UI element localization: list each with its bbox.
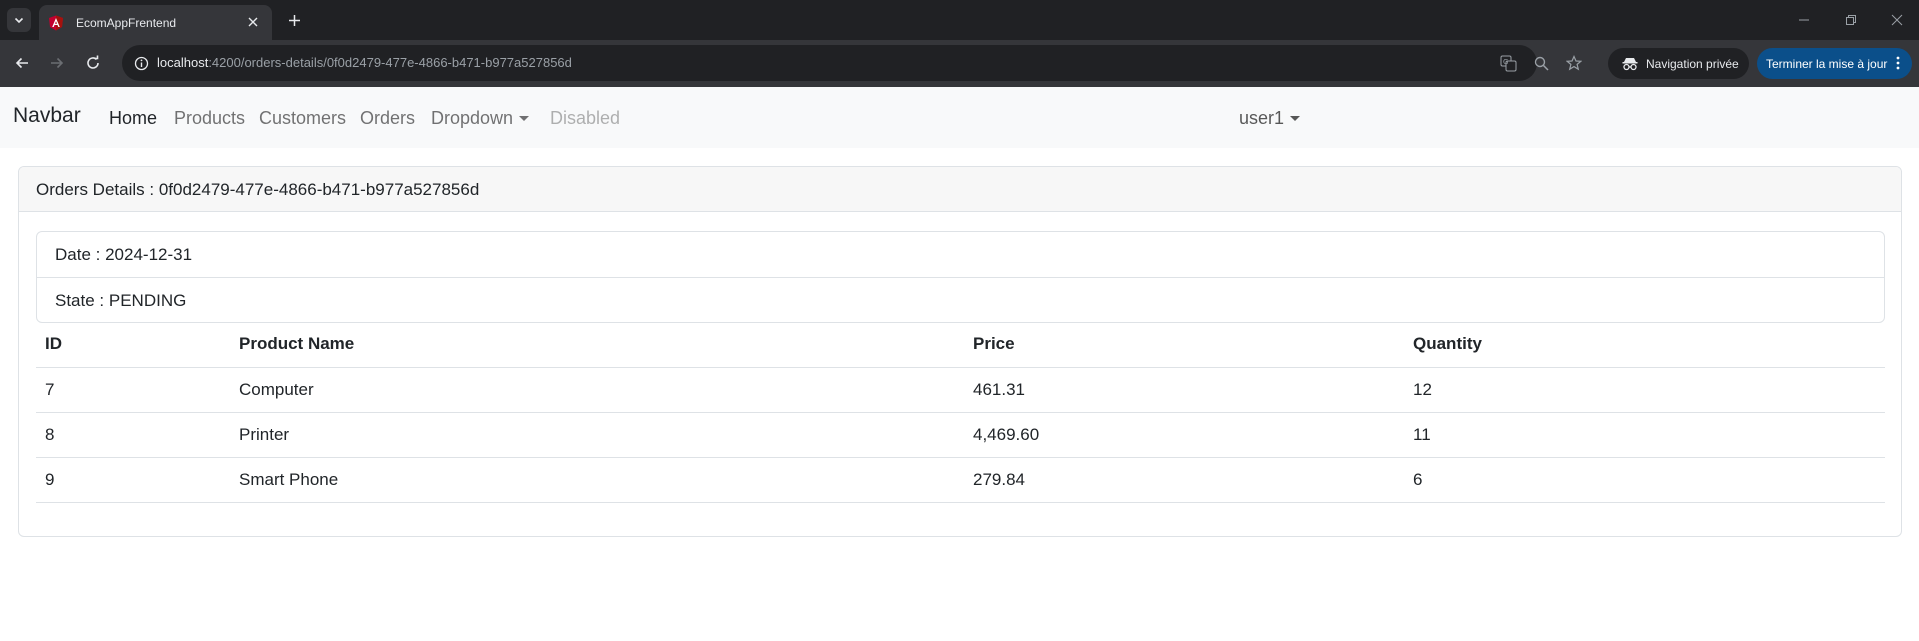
address-bar[interactable]: localhost:4200/orders-details/0f0d2479-4… bbox=[122, 45, 1582, 81]
caret-down-icon bbox=[1290, 116, 1301, 121]
cell-quantity: 11 bbox=[1404, 412, 1885, 458]
user-dropdown-label: user1 bbox=[1239, 108, 1285, 128]
incognito-icon bbox=[1622, 57, 1638, 70]
column-header-product-name: Product Name bbox=[230, 322, 964, 368]
cell-id: 9 bbox=[36, 457, 230, 503]
bookmark-button[interactable] bbox=[1565, 54, 1583, 72]
restore-button[interactable] bbox=[1839, 8, 1863, 32]
close-window-button[interactable] bbox=[1885, 8, 1909, 32]
tab-close-button[interactable] bbox=[245, 14, 261, 30]
cell-price: 4,469.60 bbox=[964, 412, 1404, 458]
close-icon bbox=[1891, 14, 1903, 26]
table-row: 8 Printer 4,469.60 11 bbox=[36, 412, 1885, 458]
minimize-button[interactable] bbox=[1792, 8, 1816, 32]
info-icon bbox=[134, 56, 148, 70]
translate-icon: G bbox=[1500, 55, 1516, 71]
private-browsing-label: Navigation privée bbox=[1646, 56, 1739, 71]
table-row: 7 Computer 461.31 12 bbox=[36, 367, 1885, 413]
nav-link-disabled: Disabled bbox=[550, 108, 621, 128]
navbar: Navbar Home Products Customers Orders Dr… bbox=[0, 87, 1919, 148]
nav-dropdown-label: Dropdown bbox=[431, 108, 514, 128]
tab-search-button[interactable] bbox=[7, 8, 31, 32]
order-date-item: Date : 2024-12-31 bbox=[37, 232, 1884, 277]
nav-link-customers[interactable]: Customers bbox=[259, 108, 346, 129]
order-id: 0f0d2479-477e-4866-b471-b977a527856d bbox=[158, 180, 480, 199]
restore-icon bbox=[1846, 15, 1856, 25]
order-details-card: Orders Details : 0f0d2479-477e-4866-b471… bbox=[18, 166, 1902, 537]
minimize-icon bbox=[1799, 19, 1809, 21]
order-date-value: 2024-12-31 bbox=[105, 245, 193, 264]
cell-price: 279.84 bbox=[964, 457, 1404, 503]
angular-logo-icon bbox=[49, 15, 63, 30]
order-date-label: Date : bbox=[55, 245, 101, 264]
browser-tab-bar: EcomAppFrentend bbox=[0, 0, 1919, 40]
reload-button[interactable] bbox=[82, 52, 104, 74]
navbar-brand[interactable]: Navbar bbox=[13, 104, 81, 128]
url-path: :4200/orders-details/0f0d2479-477e-4866-… bbox=[208, 55, 572, 70]
cell-product-name: Printer bbox=[230, 412, 964, 458]
reload-icon bbox=[87, 55, 99, 69]
browser-menu-button[interactable] bbox=[1890, 55, 1906, 71]
order-items-table: ID Product Name Price Quantity 7 Compute… bbox=[36, 322, 1885, 503]
card-header: Orders Details : 0f0d2479-477e-4866-b471… bbox=[19, 167, 1901, 212]
table-header-row: ID Product Name Price Quantity bbox=[36, 322, 1885, 368]
nav-link-home[interactable]: Home bbox=[109, 108, 157, 129]
arrow-left-icon bbox=[15, 57, 28, 69]
star-icon bbox=[1566, 55, 1582, 71]
table-row: 9 Smart Phone 279.84 6 bbox=[36, 457, 1885, 503]
new-tab-button[interactable] bbox=[283, 9, 305, 31]
cell-quantity: 12 bbox=[1404, 367, 1885, 413]
cell-price: 461.31 bbox=[964, 367, 1404, 413]
order-state-item: State : PENDING bbox=[37, 277, 1884, 322]
order-state-label: State : bbox=[55, 291, 105, 310]
close-icon bbox=[248, 17, 258, 27]
url-text[interactable]: localhost:4200/orders-details/0f0d2479-4… bbox=[157, 55, 572, 70]
cell-quantity: 6 bbox=[1404, 457, 1885, 503]
finish-update-button[interactable]: Terminer la mise à jour bbox=[1757, 48, 1912, 79]
cell-product-name: Smart Phone bbox=[230, 457, 964, 503]
plus-icon bbox=[288, 14, 300, 26]
column-header-price: Price bbox=[964, 322, 1404, 368]
svg-text:G: G bbox=[1503, 58, 1508, 66]
forward-button[interactable] bbox=[46, 52, 68, 74]
order-info-list: Date : 2024-12-31 State : PENDING bbox=[36, 231, 1885, 323]
zoom-button[interactable] bbox=[1532, 54, 1550, 72]
cell-id: 7 bbox=[36, 367, 230, 413]
url-host: localhost bbox=[157, 55, 209, 70]
order-header-label: Orders Details : bbox=[36, 180, 155, 199]
column-header-quantity: Quantity bbox=[1404, 322, 1885, 368]
tab-title: EcomAppFrentend bbox=[76, 15, 177, 30]
back-button[interactable] bbox=[11, 52, 33, 74]
browser-toolbar: localhost:4200/orders-details/0f0d2479-4… bbox=[0, 40, 1919, 87]
cell-id: 8 bbox=[36, 412, 230, 458]
translate-button[interactable]: G bbox=[1499, 54, 1517, 72]
nav-dropdown[interactable]: Dropdown bbox=[431, 108, 530, 129]
order-state-value: PENDING bbox=[108, 291, 187, 310]
column-header-id: ID bbox=[36, 322, 230, 368]
more-vertical-icon bbox=[1896, 56, 1900, 70]
caret-down-icon bbox=[519, 116, 530, 121]
private-browsing-indicator[interactable]: Navigation privée bbox=[1608, 48, 1749, 79]
nav-link-orders[interactable]: Orders bbox=[360, 108, 415, 129]
user-dropdown[interactable]: user1 bbox=[1239, 108, 1301, 129]
finish-update-label: Terminer la mise à jour bbox=[1766, 56, 1888, 71]
nav-link-products[interactable]: Products bbox=[174, 108, 245, 129]
cell-product-name: Computer bbox=[230, 367, 964, 413]
site-info-button[interactable] bbox=[132, 54, 150, 72]
chevron-down-icon bbox=[14, 17, 24, 24]
browser-tab[interactable]: EcomAppFrentend bbox=[39, 5, 272, 40]
arrow-right-icon bbox=[51, 57, 64, 69]
zoom-icon bbox=[1534, 56, 1549, 71]
